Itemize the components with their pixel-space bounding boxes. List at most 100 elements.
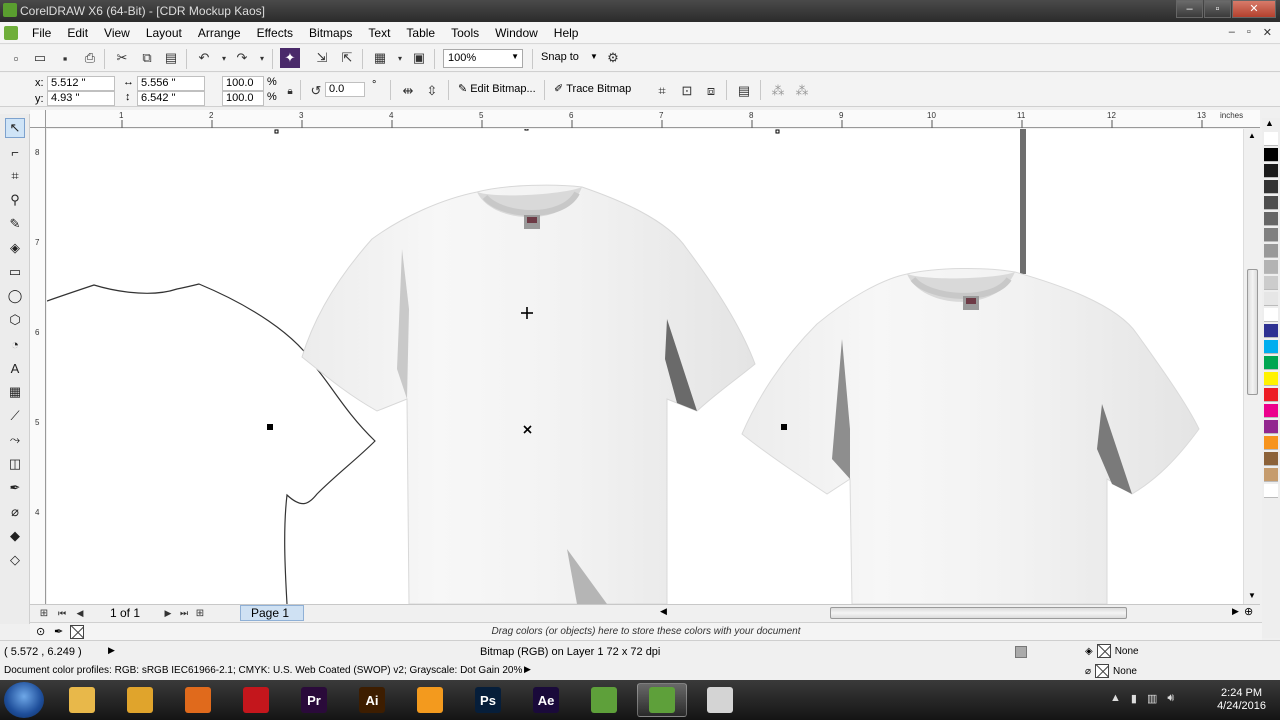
color-swatch[interactable] bbox=[1264, 388, 1278, 402]
break-apart-icon[interactable]: ⁂ bbox=[792, 81, 812, 101]
search-content-icon[interactable]: ✦ bbox=[280, 48, 300, 68]
color-swatch[interactable] bbox=[1264, 372, 1278, 386]
taskbar-app-illustrator[interactable]: Ai bbox=[347, 683, 397, 717]
pick-tool-icon[interactable]: ↖ bbox=[5, 118, 25, 138]
text-tool-icon[interactable]: A bbox=[5, 358, 25, 378]
resample-icon[interactable]: ⊡ bbox=[677, 81, 697, 101]
taskbar-app-corel-2[interactable] bbox=[637, 683, 687, 717]
shape-tool-icon[interactable]: ⌐ bbox=[5, 142, 25, 162]
chevron-down-icon[interactable]: ▼ bbox=[590, 52, 598, 61]
table-tool-icon[interactable]: ▦ bbox=[5, 382, 25, 402]
smart-fill-tool-icon[interactable]: ◈ bbox=[5, 238, 25, 258]
tray-expand-icon[interactable]: ▲ bbox=[1110, 692, 1121, 705]
menu-layout[interactable]: Layout bbox=[138, 26, 190, 40]
taskbar-app-firefox[interactable] bbox=[173, 683, 223, 717]
menu-window[interactable]: Window bbox=[487, 26, 546, 40]
start-button[interactable] bbox=[4, 682, 44, 718]
add-page-before-icon[interactable]: ⊞ bbox=[34, 603, 54, 623]
scroll-left-icon[interactable]: ◀ bbox=[660, 606, 667, 617]
dimension-tool-icon[interactable]: ⟋ bbox=[5, 406, 25, 426]
new-document-icon[interactable]: ▫ bbox=[6, 48, 26, 68]
vertical-scroll-thumb[interactable] bbox=[1247, 269, 1258, 395]
width-field[interactable]: 5.556 " bbox=[137, 76, 205, 91]
mirror-horizontal-icon[interactable]: ⇹ bbox=[398, 81, 418, 101]
application-launcher-icon[interactable]: ▦ bbox=[370, 48, 390, 68]
menu-effects[interactable]: Effects bbox=[249, 26, 301, 40]
tray-device-icon[interactable]: ▮ bbox=[1131, 692, 1137, 705]
outline-indicator[interactable]: ⌀ None bbox=[1085, 664, 1137, 678]
bitmap-color-mask-icon[interactable]: ⧈ bbox=[701, 81, 721, 101]
doc-close-button[interactable]: ✕ bbox=[1263, 26, 1272, 39]
mirror-vertical-icon[interactable]: ⇳ bbox=[422, 81, 442, 101]
redo-icon[interactable]: ↷ bbox=[232, 48, 252, 68]
color-swatch[interactable] bbox=[1264, 484, 1278, 498]
taskbar-app-folder[interactable] bbox=[695, 683, 745, 717]
basic-shapes-tool-icon[interactable]: ◔ bbox=[5, 334, 25, 354]
previous-page-icon[interactable]: ◀ bbox=[70, 603, 90, 623]
color-swatch[interactable] bbox=[1264, 452, 1278, 466]
volume-icon[interactable]: 🔊︎ bbox=[1167, 692, 1174, 705]
page-tab-1[interactable]: Page 1 bbox=[240, 605, 304, 621]
taskbar-app-after-effects[interactable]: Ae bbox=[521, 683, 571, 717]
first-page-icon[interactable]: ⏮ bbox=[52, 603, 72, 623]
print-icon[interactable]: ⎙ bbox=[80, 48, 100, 68]
taskbar-app-explorer[interactable] bbox=[57, 683, 107, 717]
color-swatch[interactable] bbox=[1264, 260, 1278, 274]
welcome-screen-icon[interactable]: ▣ bbox=[409, 48, 429, 68]
menu-text[interactable]: Text bbox=[360, 26, 398, 40]
menu-table[interactable]: Table bbox=[398, 26, 443, 40]
color-swatch[interactable] bbox=[1264, 292, 1278, 306]
outline-pen-tool-icon[interactable]: ⌀ bbox=[5, 502, 25, 522]
menu-arrange[interactable]: Arrange bbox=[190, 26, 249, 40]
horizontal-ruler[interactable]: 1 2 3 4 5 6 7 8 9 10 11 12 13 inches bbox=[46, 110, 1260, 128]
taskbar-app-premiere[interactable]: Pr bbox=[289, 683, 339, 717]
menu-help[interactable]: Help bbox=[546, 26, 587, 40]
menu-file[interactable]: File bbox=[24, 26, 59, 40]
color-swatch[interactable] bbox=[1264, 340, 1278, 354]
color-swatch[interactable] bbox=[1264, 196, 1278, 210]
scroll-down-icon[interactable]: ▼ bbox=[1248, 591, 1256, 600]
eyedropper-tool-icon[interactable]: ✒ bbox=[5, 478, 25, 498]
taskbar-app-acrobat[interactable] bbox=[231, 683, 281, 717]
height-field[interactable]: 6.542 " bbox=[137, 91, 205, 106]
rotation-field[interactable]: 0.0 bbox=[325, 82, 365, 97]
menu-tools[interactable]: Tools bbox=[443, 26, 487, 40]
add-page-after-icon[interactable]: ⊞ bbox=[190, 603, 210, 623]
coords-expand-icon[interactable]: ▶ bbox=[108, 645, 115, 656]
open-icon[interactable]: ▭ bbox=[30, 48, 50, 68]
rectangle-tool-icon[interactable]: ▭ bbox=[5, 262, 25, 282]
menu-bitmaps[interactable]: Bitmaps bbox=[301, 26, 360, 40]
scroll-up-icon[interactable]: ▲ bbox=[1248, 131, 1256, 140]
menu-view[interactable]: View bbox=[96, 26, 138, 40]
color-swatch[interactable] bbox=[1264, 420, 1278, 434]
maximize-button[interactable]: ▫ bbox=[1204, 0, 1231, 18]
color-swatch[interactable] bbox=[1264, 308, 1278, 322]
document-icon[interactable] bbox=[4, 26, 18, 40]
redo-dropdown-icon[interactable]: ▾ bbox=[252, 48, 272, 68]
edit-bitmap-button[interactable]: ✎ Edit Bitmap... bbox=[458, 82, 536, 96]
color-swatch[interactable] bbox=[1264, 244, 1278, 258]
y-position-field[interactable]: 4.93 " bbox=[47, 91, 115, 106]
color-swatch[interactable] bbox=[1264, 148, 1278, 162]
convert-to-curves-icon[interactable]: ⁂ bbox=[768, 81, 788, 101]
minimize-button[interactable]: – bbox=[1176, 0, 1203, 18]
doc-restore-button[interactable]: ▫ bbox=[1247, 26, 1251, 39]
zoom-level-select[interactable]: 100% ▼ bbox=[443, 49, 523, 68]
interactive-fill-tool-icon[interactable]: ◇ bbox=[5, 550, 25, 570]
taskbar-app-orange-app[interactable] bbox=[405, 683, 455, 717]
color-swatch[interactable] bbox=[1264, 228, 1278, 242]
color-swatch[interactable] bbox=[1264, 404, 1278, 418]
vertical-ruler[interactable]: 8 7 6 5 4 bbox=[30, 128, 46, 604]
wrap-text-icon[interactable]: ▤ bbox=[734, 81, 754, 101]
color-swatch[interactable] bbox=[1264, 356, 1278, 370]
undo-icon[interactable]: ↶ bbox=[194, 48, 214, 68]
lock-ratio-icon[interactable]: 🔒︎ bbox=[280, 81, 300, 101]
menu-edit[interactable]: Edit bbox=[59, 26, 96, 40]
color-swatch[interactable] bbox=[1264, 180, 1278, 194]
copy-icon[interactable]: ⧉ bbox=[137, 48, 157, 68]
color-swatch[interactable] bbox=[1264, 468, 1278, 482]
color-swatch[interactable] bbox=[1264, 436, 1278, 450]
doc-minimize-button[interactable]: – bbox=[1229, 26, 1235, 39]
paste-icon[interactable]: ▤ bbox=[161, 48, 181, 68]
zoom-navigator-icon[interactable]: ⊕ bbox=[1244, 605, 1253, 618]
